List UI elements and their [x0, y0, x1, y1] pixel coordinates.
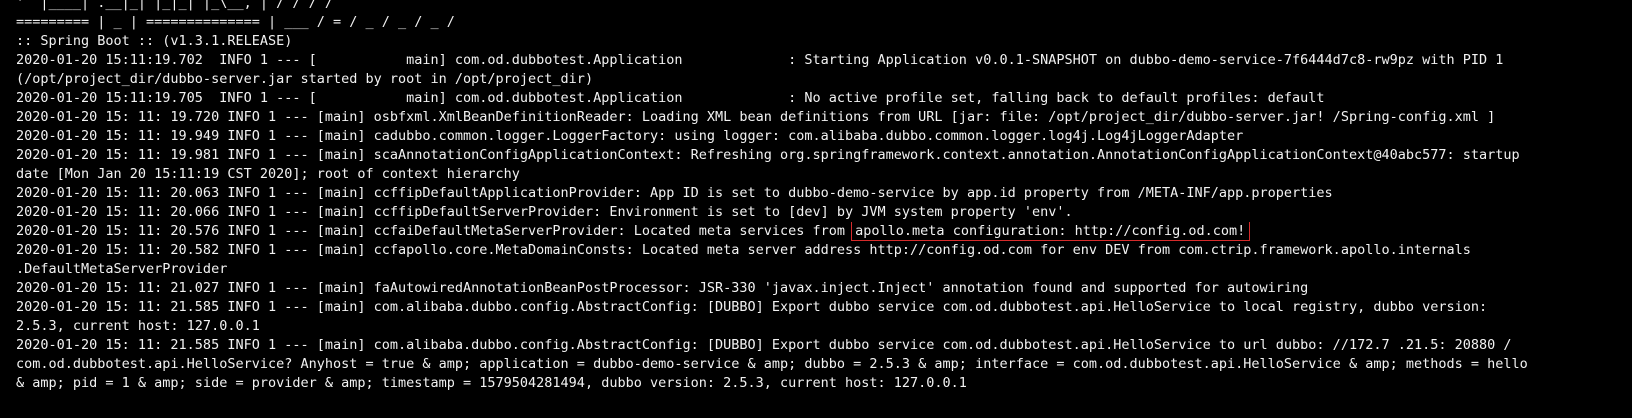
- log-line-continuation: com.od.dubbotest.api.HelloService? Anyho…: [16, 356, 1528, 372]
- log-line: 2020-01-20 15:11:19.705 INFO 1 --- [ mai…: [16, 90, 1325, 106]
- log-line: 2020-01-20 15: 11: 21.027 INFO 1 --- [ma…: [16, 280, 1309, 296]
- terminal-output: ' |____| .__|_| |_|_| |_\__, | / / / / =…: [16, 0, 1616, 393]
- highlighted-apollo-meta-config: apollo.meta configuration: http://config…: [851, 222, 1251, 241]
- log-line: 2020-01-20 15: 11: 20.063 INFO 1 --- [ma…: [16, 185, 1333, 201]
- log-line-continuation: 2.5.3, current host: 127.0.0.1: [16, 318, 260, 334]
- log-line-continuation: & amp; pid = 1 & amp; side = provider & …: [16, 375, 967, 391]
- banner-art-line: ' |____| .__|_| |_|_| |_\__, | / / / /: [16, 0, 333, 11]
- log-line-meta-server: 2020-01-20 15: 11: 20.576 INFO 1 --- [ma…: [16, 222, 1616, 241]
- banner-art-line: ========= | _ | ============== | ___ / =…: [16, 14, 455, 30]
- log-line: 2020-01-20 15: 11: 20.066 INFO 1 --- [ma…: [16, 204, 1073, 220]
- terminal-window[interactable]: ' |____| .__|_| |_|_| |_\__, | / / / / =…: [0, 0, 1632, 418]
- log-line: 2020-01-20 15:11:19.702 INFO 1 --- [ mai…: [16, 52, 1504, 68]
- log-line-continuation: (/opt/project_dir/dubbo-server.jar start…: [16, 71, 594, 87]
- log-line-continuation: date [Mon Jan 20 15:11:19 CST 2020]; roo…: [16, 166, 520, 182]
- spring-boot-version-line: :: Spring Boot :: (v1.3.1.RELEASE): [16, 33, 293, 49]
- log-line: 2020-01-20 15: 11: 20.582 INFO 1 --- [ma…: [16, 242, 1471, 258]
- log-line: 2020-01-20 15: 11: 21.585 INFO 1 --- [ma…: [16, 299, 1488, 315]
- log-line: 2020-01-20 15: 11: 21.585 INFO 1 --- [ma…: [16, 337, 1512, 353]
- log-line-text: 2020-01-20 15: 11: 20.576 INFO 1 --- [ma…: [16, 223, 854, 239]
- log-line-continuation: .DefaultMetaServerProvider: [16, 261, 228, 277]
- log-line: 2020-01-20 15: 11: 19.720 INFO 1 --- [ma…: [16, 109, 1496, 125]
- log-line: 2020-01-20 15: 11: 19.949 INFO 1 --- [ma…: [16, 128, 1244, 144]
- log-line: 2020-01-20 15: 11: 19.981 INFO 1 --- [ma…: [16, 147, 1520, 163]
